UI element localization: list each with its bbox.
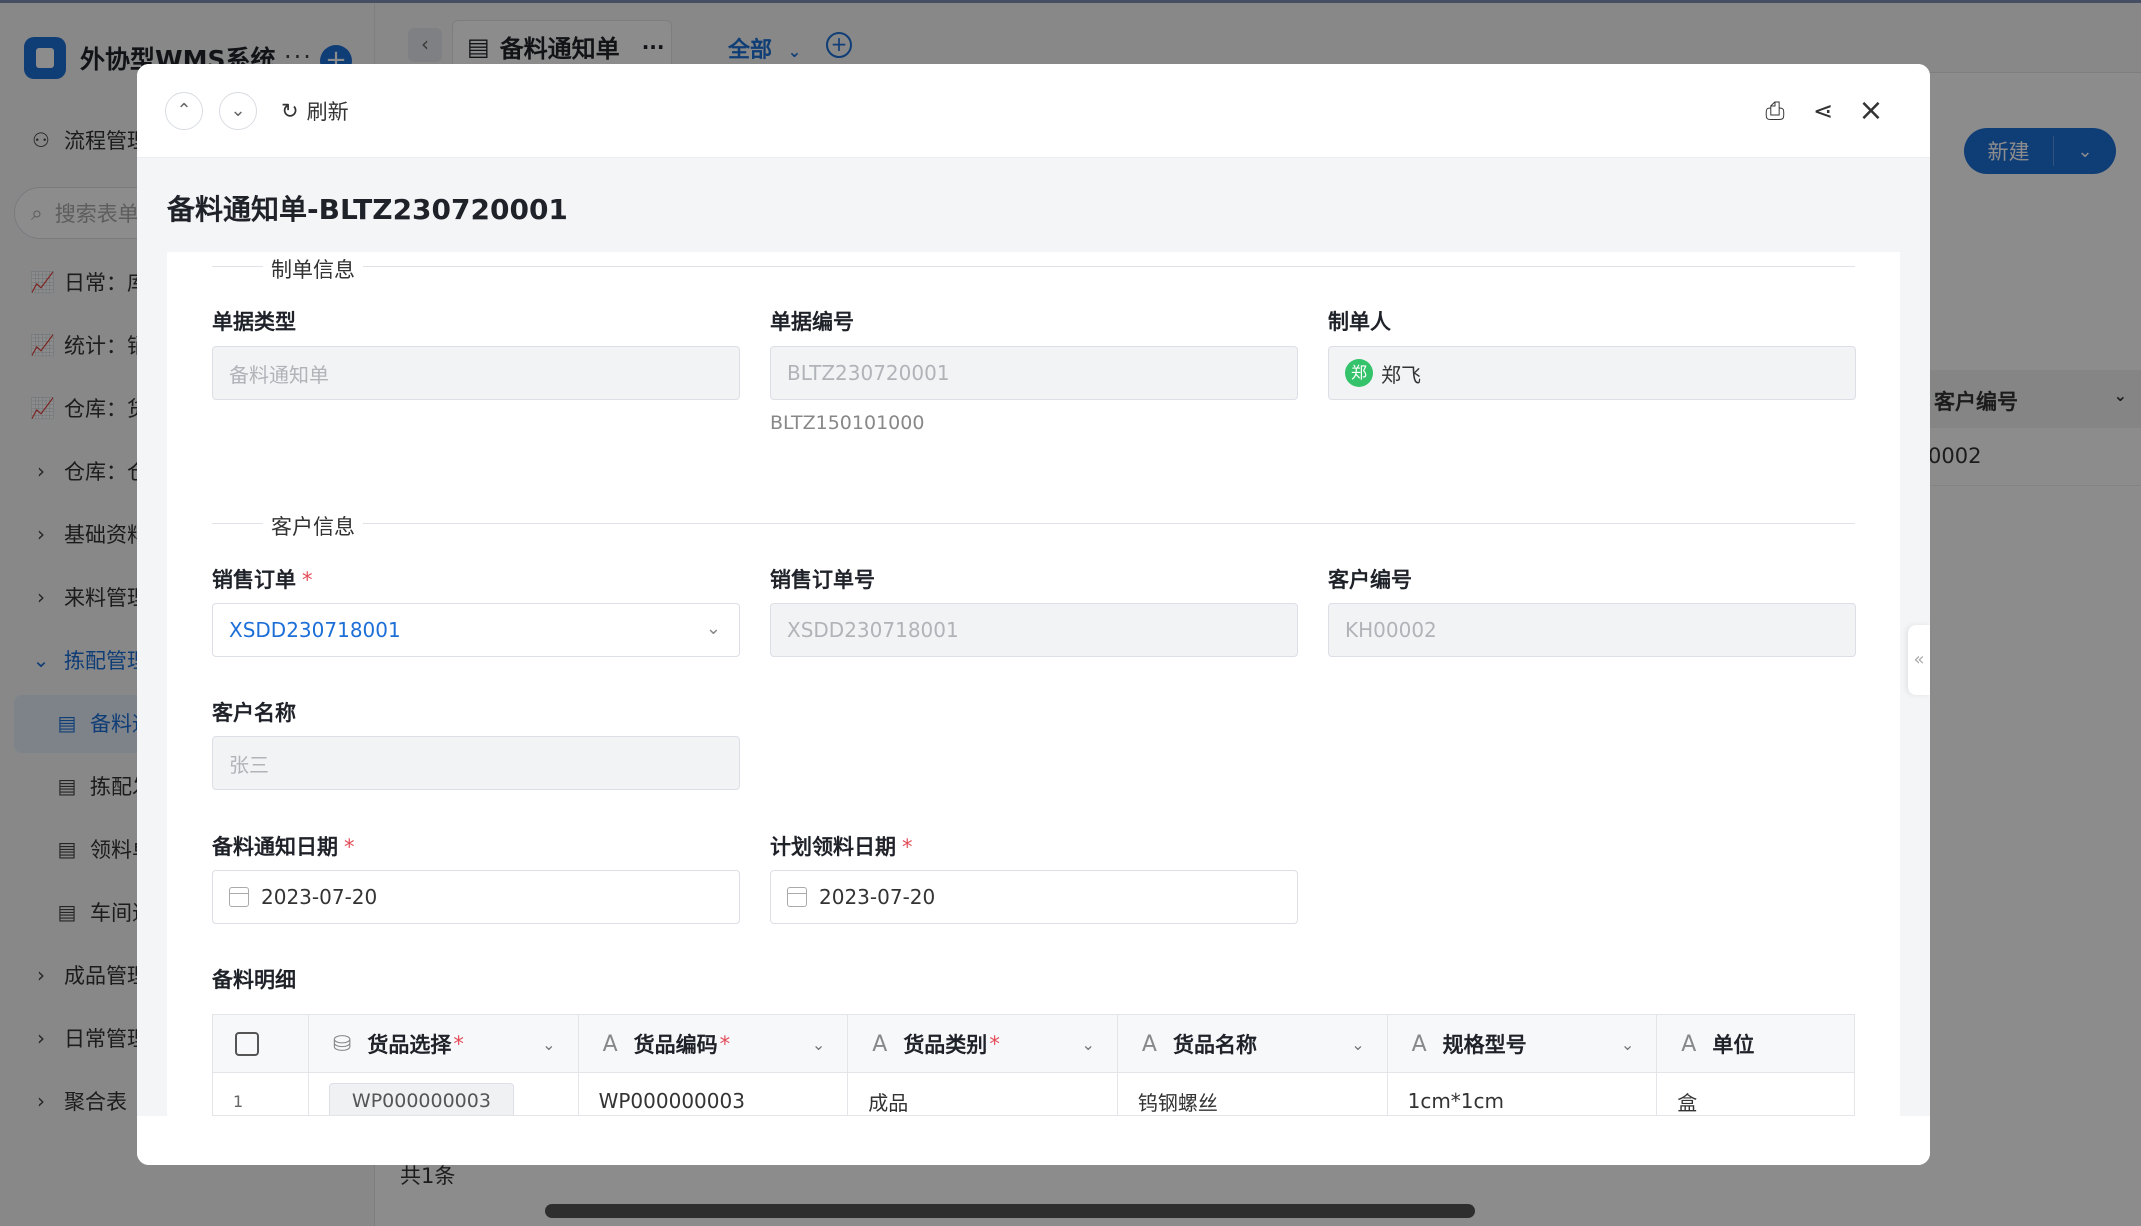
sales-order-select[interactable]: XSDD230718001 ⌄	[212, 603, 740, 657]
plan-date-picker[interactable]: 2023-07-20	[770, 870, 1298, 924]
column-label: 规格型号	[1442, 1033, 1527, 1057]
goods-name-cell[interactable]: 钨钢螺丝	[1118, 1073, 1388, 1115]
doc-type-value: 备料通知单	[229, 362, 329, 387]
detail-table: ⛁ 货品选择 * ⌄ A 货品编码 * ⌄ A 货品类别 * ⌄ A 货品名称 ⌄ A	[212, 1014, 1855, 1116]
plan-date-label-text: 计划领料日期	[770, 835, 896, 859]
chevron-down-icon[interactable]: ⌄	[1621, 1035, 1634, 1054]
chevron-down-icon: ⌄	[705, 618, 721, 639]
column-label: 货品编码	[633, 1033, 718, 1057]
text-type-icon: A	[1411, 1031, 1427, 1057]
doc-no-hint: BLTZ150101000	[770, 412, 925, 434]
select-all-checkbox[interactable]	[235, 1032, 259, 1056]
row-index: 1	[213, 1073, 309, 1115]
customer-code-value: KH00002	[1345, 618, 1437, 642]
notice-date-value: 2023-07-20	[261, 885, 378, 909]
share-icon[interactable]: ⋖	[1808, 96, 1838, 126]
print-icon[interactable]: ⎙	[1760, 96, 1790, 126]
column-label: 货品选择	[367, 1033, 452, 1057]
required-mark: *	[302, 568, 313, 592]
modal-toolbar: ⌃ ⌄ ↻ 刷新 ⎙ ⋖ ×	[137, 64, 1930, 158]
customer-name-field[interactable]: 张三	[212, 736, 740, 790]
calendar-icon	[229, 887, 249, 907]
text-type-icon: A	[602, 1031, 618, 1057]
customer-code-label: 客户编号	[1328, 568, 1412, 592]
customer-name-value: 张三	[229, 752, 269, 777]
section-divider	[212, 523, 1855, 524]
chevron-down-icon[interactable]: ⌄	[1082, 1035, 1095, 1054]
column-header[interactable]: ⛁ 货品选择 * ⌄	[309, 1015, 579, 1073]
required-mark: *	[453, 1032, 464, 1056]
plan-date-label: 计划领料日期 *	[770, 831, 913, 861]
goods-spec-cell[interactable]: 1cm*1cm	[1388, 1073, 1658, 1115]
sales-order-label-text: 销售订单	[212, 568, 296, 592]
calendar-icon	[787, 887, 807, 907]
table-header: ⛁ 货品选择 * ⌄ A 货品编码 * ⌄ A 货品类别 * ⌄ A 货品名称 ⌄ A	[213, 1015, 1854, 1073]
customer-name-label: 客户名称	[212, 701, 296, 725]
doc-no-field[interactable]: BLTZ230720001	[770, 346, 1298, 400]
modal-title: 备料通知单-BLTZ230720001	[167, 193, 568, 226]
collapse-panel-icon[interactable]: «	[1908, 625, 1930, 695]
goods-code-cell[interactable]: WP000000003	[579, 1073, 849, 1115]
avatar: 郑	[1345, 359, 1373, 387]
chevron-up-icon[interactable]: ⌃	[165, 92, 203, 130]
sales-order-no-value: XSDD230718001	[787, 618, 959, 642]
database-icon: ⛁	[332, 1031, 352, 1057]
doc-no-value: BLTZ230720001	[787, 361, 950, 385]
refresh-button[interactable]: ↻ 刷新	[281, 96, 349, 126]
notice-date-picker[interactable]: 2023-07-20	[212, 870, 740, 924]
creator-field[interactable]: 郑 郑飞	[1328, 346, 1856, 400]
required-mark: *	[344, 835, 355, 859]
column-label: 单位	[1712, 1033, 1755, 1057]
sales-order-no-field[interactable]: XSDD230718001	[770, 603, 1298, 657]
text-type-icon: A	[872, 1031, 888, 1057]
notice-date-label: 备料通知日期 *	[212, 831, 355, 861]
creator-label: 制单人	[1328, 310, 1391, 334]
column-label: 货品类别	[903, 1033, 988, 1057]
close-icon[interactable]: ×	[1856, 96, 1886, 126]
plan-date-value: 2023-07-20	[819, 885, 936, 909]
sales-order-label: 销售订单 *	[212, 564, 313, 594]
detail-title: 备料明细	[212, 968, 296, 992]
modal-footer	[137, 1116, 1930, 1165]
customer-code-field[interactable]: KH00002	[1328, 603, 1856, 657]
doc-type-label: 单据类型	[212, 310, 296, 334]
column-header[interactable]: A 货品类别 * ⌄	[848, 1015, 1118, 1073]
required-mark: *	[989, 1032, 1000, 1056]
refresh-icon: ↻	[281, 99, 299, 123]
goods-select-cell[interactable]: WP000000003	[309, 1073, 579, 1115]
column-label: 货品名称	[1172, 1033, 1257, 1057]
doc-no-label: 单据编号	[770, 310, 854, 334]
creator-value: 郑飞	[1381, 362, 1421, 387]
column-header[interactable]: A 货品名称 ⌄	[1118, 1015, 1388, 1073]
doc-type-field[interactable]: 备料通知单	[212, 346, 740, 400]
select-all-cell	[213, 1015, 309, 1073]
column-header[interactable]: A 货品编码 * ⌄	[579, 1015, 849, 1073]
text-type-icon: A	[1681, 1031, 1697, 1057]
column-header[interactable]: A 单位	[1657, 1015, 1854, 1073]
goods-unit-cell[interactable]: 盒	[1657, 1073, 1854, 1115]
required-mark: *	[902, 835, 913, 859]
table-row[interactable]: 1 WP000000003 WP000000003 成品 钨钢螺丝 1cm*1c…	[213, 1073, 1854, 1115]
required-mark: *	[719, 1032, 731, 1056]
sales-order-value: XSDD230718001	[229, 618, 401, 642]
section-customer-info: 客户信息	[263, 511, 363, 541]
sales-order-no-label: 销售订单号	[770, 568, 875, 592]
chevron-down-icon[interactable]: ⌄	[542, 1035, 555, 1054]
chevron-down-icon[interactable]: ⌄	[1351, 1035, 1364, 1054]
chevron-down-icon[interactable]: ⌄	[812, 1035, 825, 1054]
text-type-icon: A	[1141, 1031, 1157, 1057]
notice-date-label-text: 备料通知日期	[212, 835, 338, 859]
column-header[interactable]: A 规格型号 ⌄	[1388, 1015, 1658, 1073]
section-creation-info: 制单信息	[263, 254, 363, 284]
goods-category-cell[interactable]: 成品	[848, 1073, 1118, 1115]
goods-select-chip[interactable]: WP000000003	[328, 1083, 514, 1115]
record-modal: ⌃ ⌄ ↻ 刷新 ⎙ ⋖ × 备料通知单-BLTZ230720001 制单信息 …	[137, 64, 1930, 1165]
section-divider	[212, 266, 1855, 267]
refresh-label: 刷新	[306, 100, 349, 124]
chevron-down-icon[interactable]: ⌄	[219, 92, 257, 130]
